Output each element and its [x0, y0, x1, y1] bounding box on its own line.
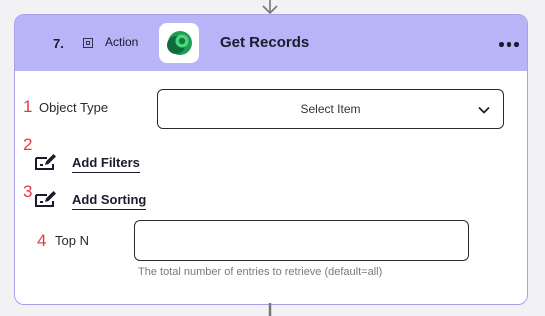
action-card[interactable]: 7. Action Get Records 1 Object Type Sele…	[14, 14, 528, 305]
edit-icon	[35, 154, 56, 170]
dataverse-logo-icon	[159, 23, 199, 63]
object-type-select[interactable]: Select Item	[157, 89, 504, 129]
chevron-down-icon	[478, 106, 490, 114]
card-header[interactable]: 7. Action Get Records	[15, 15, 527, 71]
top-n-help-text: The total number of entries to retrieve …	[138, 266, 383, 278]
add-sorting-link[interactable]: Add Sorting	[72, 192, 147, 210]
step-badge-4: 4	[37, 231, 47, 250]
step-badge-1: 1	[23, 97, 33, 116]
connector-arrow-icon	[262, 0, 278, 14]
add-filters-link[interactable]: Add Filters	[72, 155, 140, 173]
object-type-value: Select Item	[300, 102, 361, 116]
step-title: Get Records	[220, 34, 310, 51]
top-n-input[interactable]	[134, 220, 469, 261]
edit-icon	[35, 191, 56, 207]
step-number: 7.	[53, 36, 64, 51]
step-badge-2: 2	[23, 135, 33, 154]
action-square-icon	[83, 38, 93, 48]
more-dots-icon[interactable]	[499, 42, 519, 48]
connector-line	[268, 303, 272, 316]
top-n-label: Top N	[55, 233, 89, 248]
step-type-label: Action	[105, 35, 139, 49]
step-badge-3: 3	[23, 182, 33, 201]
object-type-label: Object Type	[39, 100, 109, 115]
